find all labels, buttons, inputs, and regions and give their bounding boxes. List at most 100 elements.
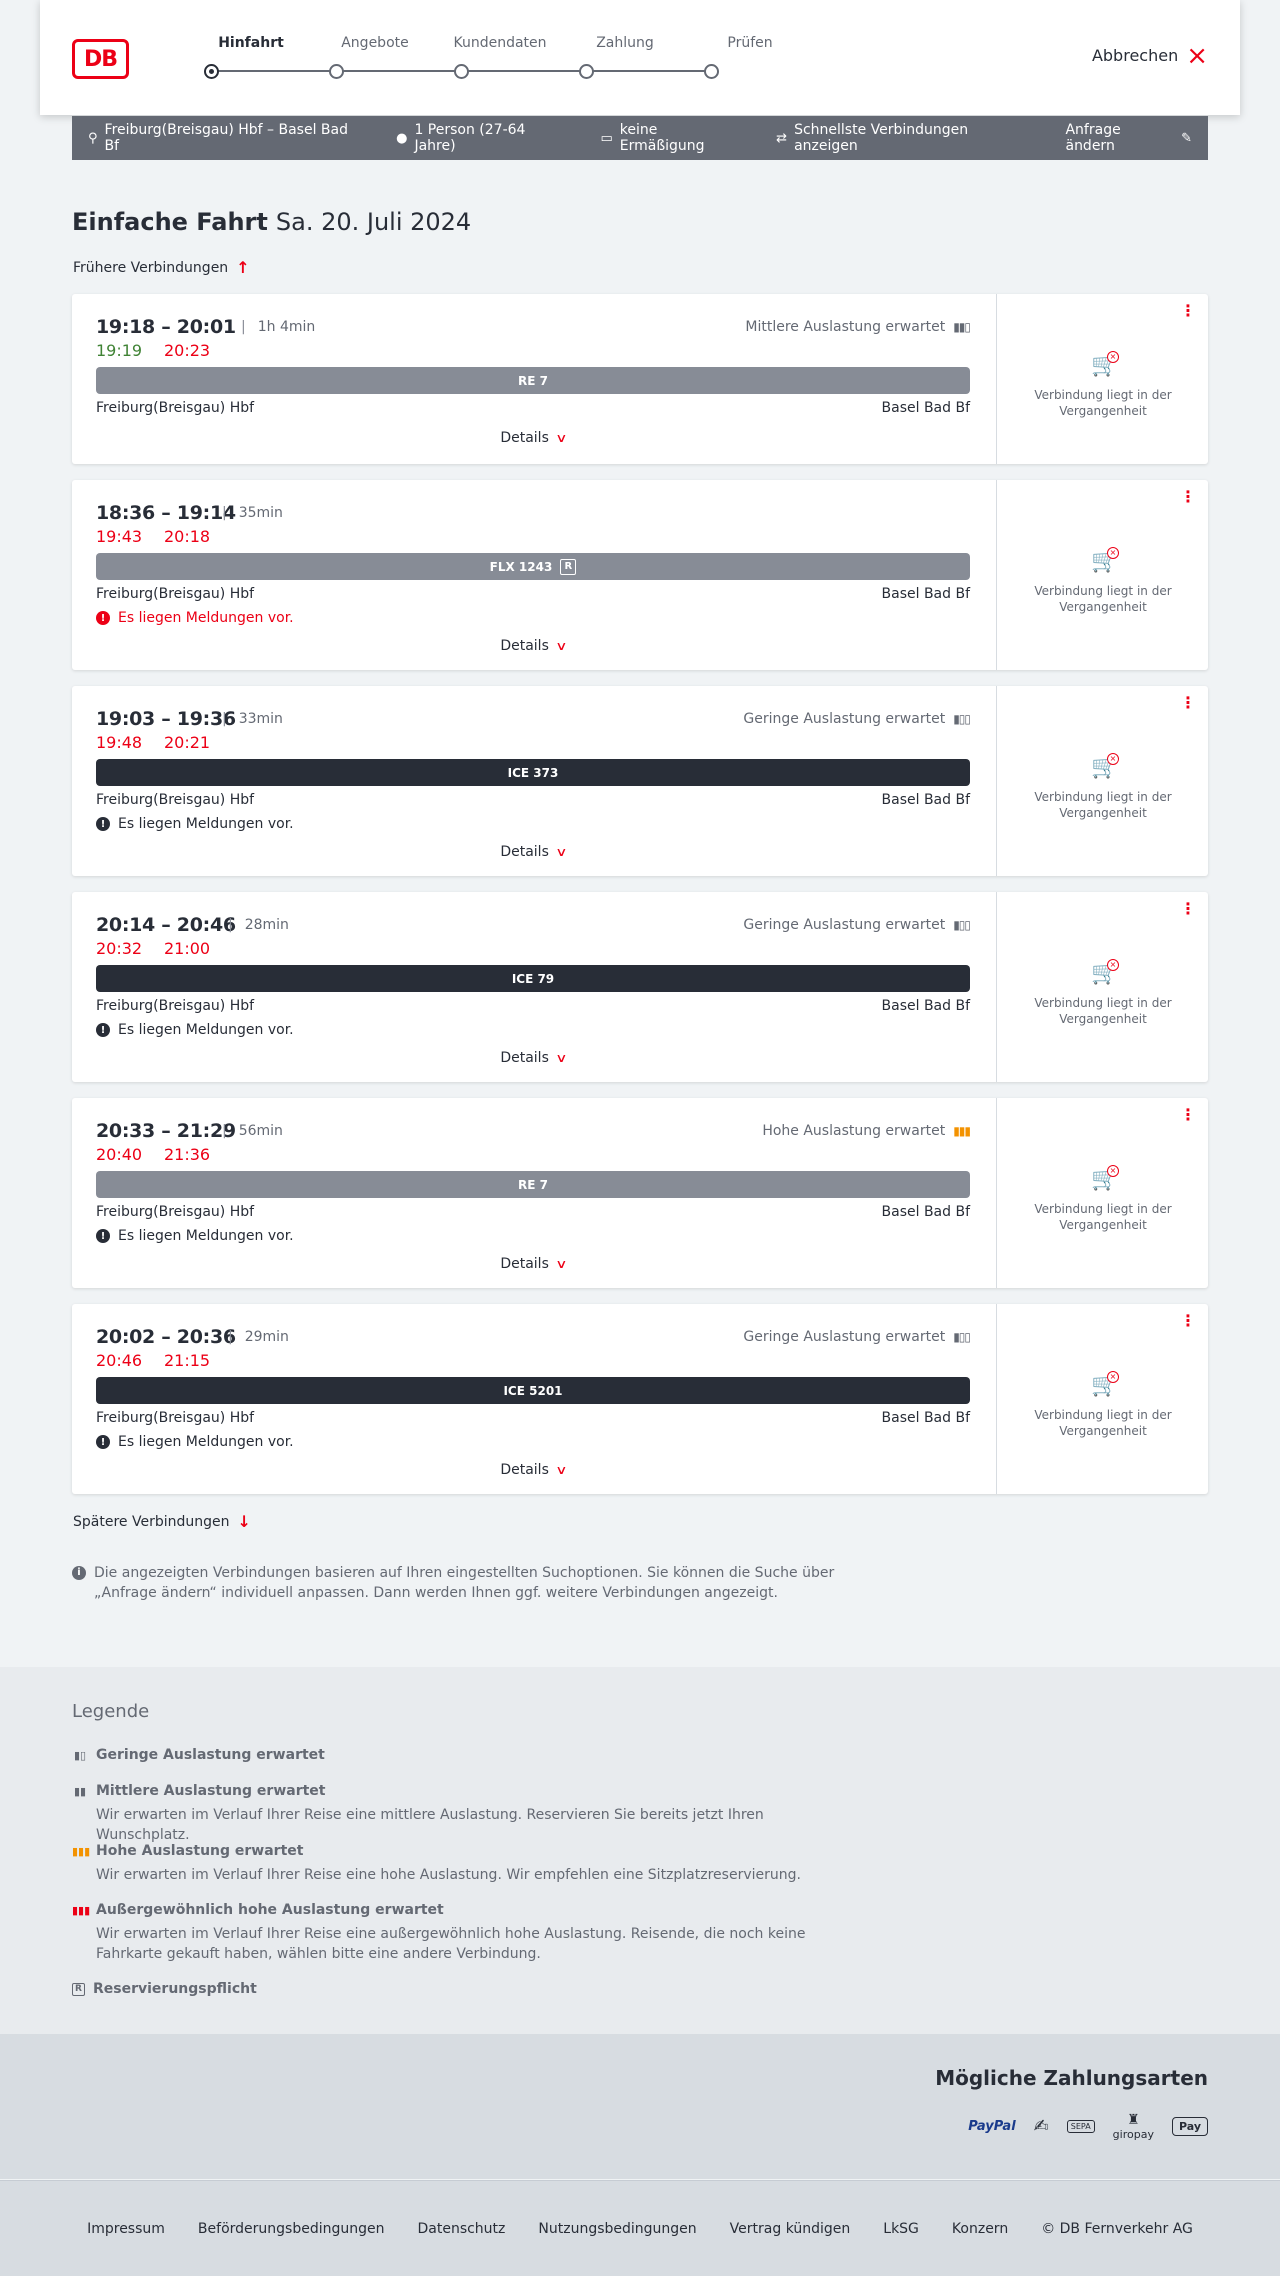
duration-text: 56min [238,1123,283,1139]
realtime-arrival: 21:00 [164,939,211,958]
booking-panel: ⋮ 🛒 × Verbindung liegt in der Vergangenheit [996,1304,1208,1494]
apple-pay-logo: Pay [1171,2117,1208,2136]
chevron-down-icon: ∨ [555,1051,568,1065]
occupancy-indicator: Geringe Auslastung erwartet ▮▯▯ [743,917,971,933]
footer-link-befoerderungsbedingungen[interactable]: Beförderungsbedingungen [198,2221,385,2237]
legend-title: Geringe Auslastung erwartet [96,1747,325,1763]
realtime-departure: 20:40 [96,1145,143,1164]
legend-title: Außergewöhnlich hohe Auslastung erwartet [96,1902,444,1918]
disruption-message: ! Es liegen Meldungen vor. [96,816,294,832]
footer-link-nutzungsbedingungen[interactable]: Nutzungsbedingungen [538,2221,696,2237]
page-header: DB Hinfahrt Angebote Kundendaten Zahlung… [40,0,1240,115]
train-line-bar[interactable]: RE 7 [96,1171,970,1198]
progress-stepper: Hinfahrt Angebote Kundendaten Zahlung Pr… [40,0,940,115]
legend-title: Reservierungspflicht [93,1981,257,1997]
occupancy-text: Geringe Auslastung erwartet [743,711,946,727]
route-text: Freiburg(Breisgau) Hbf – Basel Bad Bf [104,122,348,154]
legend-desc: Wir erwarten im Verlauf Ihrer Reise eine… [96,1926,806,1962]
details-label: Details [500,844,549,860]
disruption-message: ! Es liegen Meldungen vor. [96,1022,294,1038]
booking-panel: ⋮ 🛒 × Verbindung liegt in der Vergangenheit [996,1098,1208,1288]
legend-heading: Legende [72,1701,150,1722]
footer-link-datenschutz[interactable]: Datenschutz [417,2221,505,2237]
connection-card[interactable]: 18:36 – 19:14 | 35min 19:43 20:18 FLX 1243 R Fr… [72,480,1208,670]
past-connection-text: Verbindung liegt in der Vergangenheit [1034,584,1172,614]
message-text: Es liegen Meldungen vor. [118,1228,294,1244]
info-icon: i [72,1566,86,1580]
arrival-station: Basel Bad Bf [881,792,970,808]
departure-station: Freiburg(Breisgau) Hbf [96,400,255,416]
alert-icon: ! [96,1023,110,1037]
more-options-icon[interactable]: ⋮ [1180,1107,1196,1123]
legend-desc: Wir erwarten im Verlauf Ihrer Reise eine… [96,1807,764,1843]
connection-card[interactable]: 20:14 – 20:46 | 28min 20:32 21:00 Geringe Aus… [72,892,1208,1082]
booking-panel: ⋮ 🛒 × Verbindung liegt in der Vergangenheit [996,892,1208,1082]
legend-title: Mittlere Auslastung erwartet [96,1783,326,1799]
step-dot-zahlung [579,64,594,79]
occupancy-icon: ▮▯▯ [953,1330,971,1344]
earlier-connections-button[interactable]: Frühere Verbindungen ↑ [73,258,250,277]
departure-station: Freiburg(Breisgau) Hbf [96,1410,255,1426]
footer-link-lksg[interactable]: LkSG [883,2221,919,2237]
step-dot-hinfahrt [204,64,219,79]
cancel-button[interactable]: Abbrechen × [1092,43,1208,69]
legend-item-high: ▮▮▮ Hohe Auslastung erwartet Wir erwarten… [72,1843,832,1885]
legend-section: Legende ▮▯ Geringe Auslastung erwartet ▮▮… [0,1667,1280,2034]
occupancy-indicator: Hohe Auslastung erwartet ▮▮▮ [762,1123,971,1139]
realtime-times: 19:48 20:21 [96,733,210,752]
connection-card[interactable]: 20:02 – 20:36 | 29min 20:46 21:15 Geringe Aus… [72,1304,1208,1494]
train-line-bar[interactable]: FLX 1243 R [96,553,970,580]
details-label: Details [500,1462,549,1478]
legend-item-very-high: ▮▮▮ Außergewöhnlich hohe Auslastung erwar… [72,1902,832,1964]
details-toggle[interactable]: Details ∨ [96,844,970,860]
details-toggle[interactable]: Details ∨ [96,1462,970,1478]
card-icon: ▭ [600,130,613,146]
sepa-logo: SEPA [1066,2120,1095,2133]
footer-link-vertrag-kuendigen[interactable]: Vertrag kündigen [730,2221,851,2237]
connection-card[interactable]: 19:03 – 19:36 | 33min 19:48 20:21 Geringe Aus… [72,686,1208,876]
cart-unavailable-icon: 🛒 × [1091,351,1119,378]
train-line-bar[interactable]: ICE 373 [96,759,970,786]
footer-link-konzern[interactable]: Konzern [952,2221,1008,2237]
details-toggle[interactable]: Details ∨ [96,430,970,446]
realtime-departure: 19:19 [96,341,143,360]
train-name: ICE 79 [511,971,555,986]
realtime-departure: 19:48 [96,733,143,752]
details-toggle[interactable]: Details ∨ [96,1256,970,1272]
change-request-button[interactable]: Anfrage ändern ✎ [1065,122,1192,154]
details-toggle[interactable]: Details ∨ [96,1050,970,1066]
giropay-label: giropay [1112,2128,1154,2141]
high-load-icon: ▮▮▮ [72,1844,91,1858]
connection-card[interactable]: 19:18 – 20:01 | 1h 4min 19:19 20:23 Mittlere … [72,294,1208,464]
train-line-bar[interactable]: ICE 5201 [96,1377,970,1404]
later-connections-label: Spätere Verbindungen [73,1513,230,1530]
realtime-times: 19:43 20:18 [96,527,210,546]
message-text: Es liegen Meldungen vor. [118,610,294,626]
cart-unavailable-icon: 🛒 × [1091,1165,1119,1192]
more-options-icon[interactable]: ⋮ [1180,901,1196,917]
more-options-icon[interactable]: ⋮ [1180,489,1196,505]
duration-text: 35min [238,505,283,521]
trip-date: Sa. 20. Juli 2024 [275,208,472,236]
realtime-times: 20:46 21:15 [96,1351,210,1370]
train-line-bar[interactable]: RE 7 [96,367,970,394]
departure-station: Freiburg(Breisgau) Hbf [96,998,255,1014]
connection-card[interactable]: 20:33 – 21:29 | 56min 20:40 21:36 Hohe Auslas… [72,1098,1208,1288]
arrival-station: Basel Bad Bf [881,1410,970,1426]
footer-copyright: © DB Fernverkehr AG [1041,2220,1193,2237]
train-line-bar[interactable]: ICE 79 [96,965,970,992]
reservation-required-icon: R [560,558,577,575]
realtime-times: 20:32 21:00 [96,939,210,958]
more-options-icon[interactable]: ⋮ [1180,303,1196,319]
duration: | 56min [222,1123,283,1139]
route-summary: ⚲ Freiburg(Breisgau) Hbf – Basel Bad Bf [88,122,366,154]
footer-link-impressum[interactable]: Impressum [87,2221,165,2237]
cart-unavailable-icon: 🛒 × [1091,959,1119,986]
later-connections-button[interactable]: Spätere Verbindungen ↓ [73,1512,251,1531]
legend-item-medium: ▮▮ Mittlere Auslastung erwartet Wir erwar… [72,1783,832,1845]
more-options-icon[interactable]: ⋮ [1180,1313,1196,1329]
details-toggle[interactable]: Details ∨ [96,638,970,654]
alert-icon: ! [96,1229,110,1243]
more-options-icon[interactable]: ⋮ [1180,695,1196,711]
connection-main: 20:14 – 20:46 | 28min 20:32 21:00 Geringe Aus… [96,892,971,1082]
